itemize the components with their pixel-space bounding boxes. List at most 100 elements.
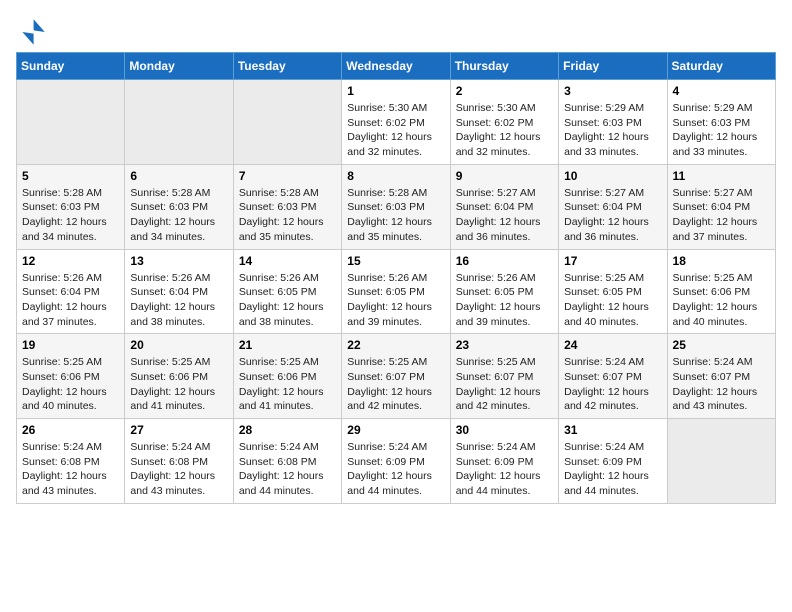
calendar-cell: 5 Sunrise: 5:28 AM Sunset: 6:03 PM Daylig… xyxy=(17,164,125,249)
calendar-cell: 15 Sunrise: 5:26 AM Sunset: 6:05 PM Dayli… xyxy=(342,249,450,334)
day-number: 16 xyxy=(456,254,553,268)
calendar-cell: 10 Sunrise: 5:27 AM Sunset: 6:04 PM Dayli… xyxy=(559,164,667,249)
day-header-thursday: Thursday xyxy=(450,53,558,80)
day-header-tuesday: Tuesday xyxy=(233,53,341,80)
calendar-cell: 29 Sunrise: 5:24 AM Sunset: 6:09 PM Dayli… xyxy=(342,419,450,504)
calendar-cell: 2 Sunrise: 5:30 AM Sunset: 6:02 PM Daylig… xyxy=(450,80,558,165)
day-number: 12 xyxy=(22,254,119,268)
calendar-cell: 22 Sunrise: 5:25 AM Sunset: 6:07 PM Dayli… xyxy=(342,334,450,419)
cell-info: Sunrise: 5:24 AM Sunset: 6:07 PM Dayligh… xyxy=(564,355,661,414)
cell-info: Sunrise: 5:25 AM Sunset: 6:07 PM Dayligh… xyxy=(347,355,444,414)
cell-info: Sunrise: 5:24 AM Sunset: 6:09 PM Dayligh… xyxy=(347,440,444,499)
calendar-cell: 26 Sunrise: 5:24 AM Sunset: 6:08 PM Dayli… xyxy=(17,419,125,504)
calendar-week-row: 1 Sunrise: 5:30 AM Sunset: 6:02 PM Daylig… xyxy=(17,80,776,165)
cell-info: Sunrise: 5:26 AM Sunset: 6:05 PM Dayligh… xyxy=(239,271,336,330)
day-number: 20 xyxy=(130,338,227,352)
calendar-cell xyxy=(233,80,341,165)
calendar-cell: 6Sunrise: 5:28 AM Sunset: 6:03 PM Daylig… xyxy=(125,164,233,249)
day-header-wednesday: Wednesday xyxy=(342,53,450,80)
cell-info: Sunrise: 5:25 AM Sunset: 6:06 PM Dayligh… xyxy=(673,271,770,330)
cell-info: Sunrise: 5:25 AM Sunset: 6:07 PM Dayligh… xyxy=(456,355,553,414)
day-number: 1 xyxy=(347,84,444,98)
day-header-friday: Friday xyxy=(559,53,667,80)
day-number: 13 xyxy=(130,254,227,268)
day-number: 31 xyxy=(564,423,661,437)
calendar-header-row: SundayMondayTuesdayWednesdayThursdayFrid… xyxy=(17,53,776,80)
cell-info: Sunrise: 5:28 AM Sunset: 6:03 PM Dayligh… xyxy=(239,186,336,245)
cell-info: Sunrise: 5:27 AM Sunset: 6:04 PM Dayligh… xyxy=(564,186,661,245)
calendar-cell: 18 Sunrise: 5:25 AM Sunset: 6:06 PM Dayli… xyxy=(667,249,775,334)
calendar-cell: 20Sunrise: 5:25 AM Sunset: 6:06 PM Dayli… xyxy=(125,334,233,419)
cell-info: Sunrise: 5:26 AM Sunset: 6:05 PM Dayligh… xyxy=(347,271,444,330)
day-number: 18 xyxy=(673,254,770,268)
calendar-cell: 1Sunrise: 5:30 AM Sunset: 6:02 PM Daylig… xyxy=(342,80,450,165)
cell-info: Sunrise: 5:24 AM Sunset: 6:08 PM Dayligh… xyxy=(130,440,227,499)
calendar-week-row: 12 Sunrise: 5:26 AM Sunset: 6:04 PM Dayli… xyxy=(17,249,776,334)
day-number: 27 xyxy=(130,423,227,437)
page-header xyxy=(16,16,776,48)
day-number: 24 xyxy=(564,338,661,352)
calendar-cell: 7 Sunrise: 5:28 AM Sunset: 6:03 PM Daylig… xyxy=(233,164,341,249)
calendar-cell: 14 Sunrise: 5:26 AM Sunset: 6:05 PM Dayli… xyxy=(233,249,341,334)
cell-info: Sunrise: 5:26 AM Sunset: 6:04 PM Dayligh… xyxy=(22,271,119,330)
day-number: 4 xyxy=(673,84,770,98)
day-number: 9 xyxy=(456,169,553,183)
cell-info: Sunrise: 5:29 AM Sunset: 6:03 PM Dayligh… xyxy=(564,101,661,160)
day-number: 7 xyxy=(239,169,336,183)
calendar-cell: 31Sunrise: 5:24 AM Sunset: 6:09 PM Dayli… xyxy=(559,419,667,504)
day-number: 3 xyxy=(564,84,661,98)
day-number: 2 xyxy=(456,84,553,98)
calendar-cell: 11Sunrise: 5:27 AM Sunset: 6:04 PM Dayli… xyxy=(667,164,775,249)
calendar-cell: 3 Sunrise: 5:29 AM Sunset: 6:03 PM Daylig… xyxy=(559,80,667,165)
calendar-week-row: 26 Sunrise: 5:24 AM Sunset: 6:08 PM Dayli… xyxy=(17,419,776,504)
day-number: 10 xyxy=(564,169,661,183)
day-header-saturday: Saturday xyxy=(667,53,775,80)
calendar-week-row: 19Sunrise: 5:25 AM Sunset: 6:06 PM Dayli… xyxy=(17,334,776,419)
day-number: 15 xyxy=(347,254,444,268)
day-number: 8 xyxy=(347,169,444,183)
calendar-cell: 25 Sunrise: 5:24 AM Sunset: 6:07 PM Dayli… xyxy=(667,334,775,419)
day-number: 25 xyxy=(673,338,770,352)
cell-info: Sunrise: 5:30 AM Sunset: 6:02 PM Dayligh… xyxy=(456,101,553,160)
cell-info: Sunrise: 5:24 AM Sunset: 6:08 PM Dayligh… xyxy=(239,440,336,499)
day-number: 23 xyxy=(456,338,553,352)
cell-info: Sunrise: 5:28 AM Sunset: 6:03 PM Dayligh… xyxy=(130,186,227,245)
day-number: 26 xyxy=(22,423,119,437)
calendar-cell: 21 Sunrise: 5:25 AM Sunset: 6:06 PM Dayli… xyxy=(233,334,341,419)
calendar-cell: 4 Sunrise: 5:29 AM Sunset: 6:03 PM Daylig… xyxy=(667,80,775,165)
day-number: 28 xyxy=(239,423,336,437)
calendar-cell: 12 Sunrise: 5:26 AM Sunset: 6:04 PM Dayli… xyxy=(17,249,125,334)
cell-info: Sunrise: 5:26 AM Sunset: 6:04 PM Dayligh… xyxy=(130,271,227,330)
cell-info: Sunrise: 5:28 AM Sunset: 6:03 PM Dayligh… xyxy=(22,186,119,245)
cell-info: Sunrise: 5:25 AM Sunset: 6:06 PM Dayligh… xyxy=(22,355,119,414)
calendar-cell: 27 Sunrise: 5:24 AM Sunset: 6:08 PM Dayli… xyxy=(125,419,233,504)
cell-info: Sunrise: 5:25 AM Sunset: 6:05 PM Dayligh… xyxy=(564,271,661,330)
logo-icon xyxy=(16,16,48,48)
cell-info: Sunrise: 5:29 AM Sunset: 6:03 PM Dayligh… xyxy=(673,101,770,160)
day-number: 21 xyxy=(239,338,336,352)
calendar-cell: 24 Sunrise: 5:24 AM Sunset: 6:07 PM Dayli… xyxy=(559,334,667,419)
cell-info: Sunrise: 5:25 AM Sunset: 6:06 PM Dayligh… xyxy=(239,355,336,414)
calendar-cell xyxy=(125,80,233,165)
day-number: 17 xyxy=(564,254,661,268)
cell-info: Sunrise: 5:24 AM Sunset: 6:07 PM Dayligh… xyxy=(673,355,770,414)
logo xyxy=(16,16,52,48)
day-header-sunday: Sunday xyxy=(17,53,125,80)
calendar-cell: 23 Sunrise: 5:25 AM Sunset: 6:07 PM Dayli… xyxy=(450,334,558,419)
cell-info: Sunrise: 5:26 AM Sunset: 6:05 PM Dayligh… xyxy=(456,271,553,330)
calendar-week-row: 5 Sunrise: 5:28 AM Sunset: 6:03 PM Daylig… xyxy=(17,164,776,249)
day-number: 29 xyxy=(347,423,444,437)
day-number: 30 xyxy=(456,423,553,437)
calendar-cell xyxy=(667,419,775,504)
calendar-cell: 9 Sunrise: 5:27 AM Sunset: 6:04 PM Daylig… xyxy=(450,164,558,249)
day-number: 22 xyxy=(347,338,444,352)
cell-info: Sunrise: 5:27 AM Sunset: 6:04 PM Dayligh… xyxy=(456,186,553,245)
day-number: 14 xyxy=(239,254,336,268)
cell-info: Sunrise: 5:24 AM Sunset: 6:08 PM Dayligh… xyxy=(22,440,119,499)
calendar-cell: 17 Sunrise: 5:25 AM Sunset: 6:05 PM Dayli… xyxy=(559,249,667,334)
cell-info: Sunrise: 5:24 AM Sunset: 6:09 PM Dayligh… xyxy=(456,440,553,499)
calendar-cell: 19Sunrise: 5:25 AM Sunset: 6:06 PM Dayli… xyxy=(17,334,125,419)
calendar-cell: 28 Sunrise: 5:24 AM Sunset: 6:08 PM Dayli… xyxy=(233,419,341,504)
calendar-table: SundayMondayTuesdayWednesdayThursdayFrid… xyxy=(16,52,776,504)
day-number: 5 xyxy=(22,169,119,183)
